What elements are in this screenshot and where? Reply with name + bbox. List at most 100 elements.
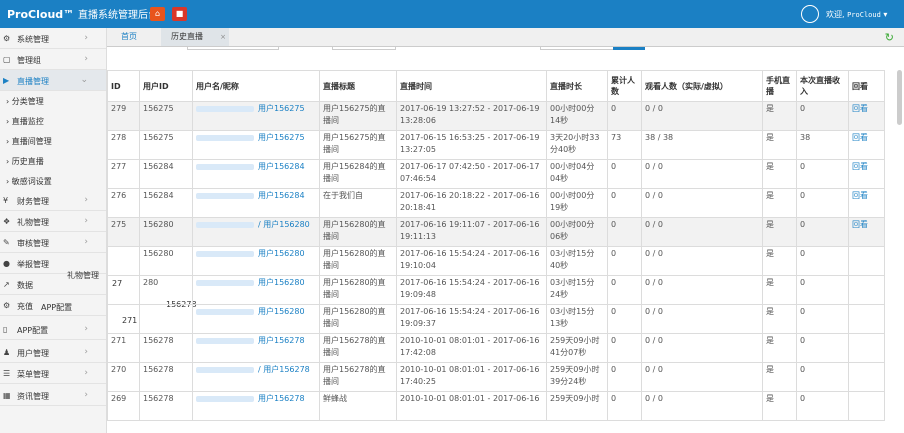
scrollbar[interactable] (897, 70, 902, 125)
table-cell: 用户156284 (192, 159, 320, 189)
col-user-id[interactable]: 用户ID (139, 70, 193, 102)
sidebar-item-users[interactable]: ♟ 用户管理 › (0, 342, 106, 363)
sidebar-item-news[interactable]: ▦ 资讯管理 › (0, 385, 106, 406)
sidebar-subitem-history[interactable]: › 历史直播 (0, 151, 106, 171)
table-cell: 用户156284 (192, 188, 320, 218)
replay-link[interactable]: 回看 (852, 191, 868, 200)
sidebar-item-admin-group[interactable]: ▢ 管理组 › (0, 49, 106, 70)
sidebar-item-review[interactable]: ✎ 审核管理 › (0, 232, 106, 253)
table-cell: 275 (107, 217, 140, 247)
col-replay[interactable]: 回看 (848, 70, 885, 102)
sidebar-subitem-category[interactable]: › 分类管理 (0, 91, 106, 111)
table-cell: 0 (796, 391, 849, 421)
sidebar-item-app-config[interactable]: ▯ APP配置 › (0, 319, 106, 340)
col-total[interactable]: 累计人数 (607, 70, 642, 102)
col-title[interactable]: 直播标题 (319, 70, 397, 102)
sidebar-item-menu[interactable]: ☰ 菜单管理 › (0, 363, 106, 384)
sidebar-subitem-label: › 历史直播 (6, 157, 44, 166)
table-cell: 0 (796, 304, 849, 334)
redacted-username (196, 279, 254, 286)
username-link[interactable]: 用户156278 (258, 394, 305, 403)
table-cell: 2017-06-19 13:27:52 - 2017-06-19 13:28:0… (396, 101, 547, 131)
table-cell: 是 (762, 391, 797, 421)
replay-link[interactable]: 回看 (852, 220, 868, 229)
sidebar: ⚙ 系统管理 › ▢ 管理组 › ▶ 直播管理 ⌄ › 分类管理 › 直播监控 … (0, 28, 107, 433)
chevron-down-icon: ⌄ (80, 75, 88, 85)
table-cell: 156275 (139, 101, 193, 131)
chevron-right-icon: › (84, 237, 88, 247)
close-icon[interactable]: × (220, 28, 226, 46)
username-link[interactable]: 用户156280 (258, 278, 305, 287)
username-link[interactable]: 用户156275 (258, 104, 305, 113)
filter-input[interactable] (540, 47, 614, 50)
replay-link[interactable]: 回看 (852, 104, 868, 113)
username-link[interactable]: / 用户156278 (258, 365, 310, 374)
username-link[interactable]: 用户156275 (258, 133, 305, 142)
sidebar-subitem-room[interactable]: › 直播间管理 (0, 131, 106, 151)
col-time[interactable]: 直播时间 (396, 70, 547, 102)
table-row[interactable]: 271 156278 用户156278 用户156278的直播间 2010-10-01 … (107, 333, 885, 363)
redacted-username (196, 250, 254, 257)
username-link[interactable]: 用户156284 (258, 162, 305, 171)
username-link[interactable]: / 用户156280 (258, 220, 310, 229)
username-link[interactable]: 用户156284 (258, 191, 305, 200)
filter-input[interactable] (332, 47, 396, 50)
top-bar: ProCloud™ 直播系统管理后台 ⌂ ■ 欢迎, ProCloud ▾ (0, 0, 904, 28)
refresh-icon[interactable]: ↻ (885, 31, 894, 44)
col-viewers[interactable]: 观看人数（实际/虚拟） (641, 70, 763, 102)
table-cell: 0 / 0 (641, 275, 763, 305)
table-row[interactable]: 279 156275 用户156275 用户156275的直播间 2017-06-19 … (107, 101, 885, 131)
table-row[interactable]: 278 156275 用户156275 用户156275的直播间 2017-06-15 … (107, 130, 885, 160)
table-row[interactable]: 275 156280 / 用户156280 用户156280的直播间 2017-06-1… (107, 217, 885, 247)
sidebar-item-system[interactable]: ⚙ 系统管理 › (0, 28, 106, 49)
sidebar-item-label: 资讯管理 (17, 392, 49, 401)
redacted-username (196, 308, 254, 315)
table-cell (848, 333, 885, 363)
table-row[interactable]: 276 156284 用户156284 在于我们自 2017-06-16 20:18:2… (107, 188, 885, 218)
col-id[interactable]: ID (107, 70, 140, 102)
table-cell: 0 (796, 188, 849, 218)
app-title: ProCloud™ 直播系统管理后台 (7, 6, 158, 21)
col-income[interactable]: 本次直播收入 (796, 70, 849, 102)
replay-link[interactable]: 回看 (852, 133, 868, 142)
filter-input[interactable] (187, 47, 279, 50)
stop-icon[interactable]: ■ (172, 7, 187, 21)
col-username[interactable]: 用户名/昵称 (192, 70, 320, 102)
home-icon[interactable]: ⌂ (150, 7, 165, 21)
welcome-text[interactable]: 欢迎, ProCloud ▾ (826, 9, 887, 20)
sidebar-item-gift[interactable]: ❖ 礼物管理 › (0, 211, 106, 232)
edit-icon: ✎ (3, 238, 10, 247)
col-duration[interactable]: 直播时长 (546, 70, 608, 102)
table-cell: 156280 (139, 217, 193, 247)
sidebar-subitem-sensitive-words[interactable]: › 敏感词设置 (0, 171, 106, 191)
username-link[interactable]: 用户156280 (258, 307, 305, 316)
table-cell: 259天09小时41分07秒 (546, 333, 608, 363)
table-row[interactable]: 270 156278 / 用户156278 用户156278的直播间 2010-10-0… (107, 362, 885, 392)
table-cell: 2017-06-17 07:42:50 - 2017-06-17 07:46:5… (396, 159, 547, 189)
table-cell: 0 (607, 304, 642, 334)
table-row[interactable]: 280 用户156280 用户156280的直播间 2017-06-16 15:54:… (107, 275, 885, 305)
sidebar-item-live[interactable]: ▶ 直播管理 ⌄ (0, 70, 106, 91)
username-link[interactable]: 用户156278 (258, 336, 305, 345)
subitem-text: 敏感词设置 (11, 177, 52, 186)
col-mobile[interactable]: 手机直播 (762, 70, 797, 102)
username-link[interactable]: 用户156280 (258, 249, 305, 258)
replay-link[interactable]: 回看 (852, 162, 868, 171)
search-button[interactable] (613, 47, 645, 50)
sidebar-subitem-monitor[interactable]: › 直播监控 (0, 111, 106, 131)
gear-icon: ⚙ (3, 301, 11, 310)
tab-history[interactable]: 历史直播 × (161, 28, 229, 46)
table-row[interactable]: 156280 用户156280 用户156280的直播间 2017-06-16 15:… (107, 246, 885, 276)
sidebar-item-finance[interactable]: ¥ 财务管理 › (0, 190, 106, 211)
table-cell: 是 (762, 217, 797, 247)
table-row[interactable]: 用户156280 用户156280的直播间 2017-06-16 15:54:24 … (107, 304, 885, 334)
tab-home[interactable]: 首页 (107, 28, 151, 46)
redacted-username (196, 105, 254, 112)
table-row[interactable]: 277 156284 用户156284 用户156284的直播间 2017-06-17 … (107, 159, 885, 189)
table-row[interactable]: 269 156278 用户156278 鲜蜂战 2010-10-01 08:01:01 … (107, 391, 885, 421)
table-cell: 280 (139, 275, 193, 305)
table-cell: 2010-10-01 08:01:01 - 2017-06-16 17:42:0… (396, 333, 547, 363)
avatar[interactable] (801, 5, 819, 23)
chevron-right-icon: › (84, 390, 88, 400)
table-cell: 156278 (139, 362, 193, 392)
